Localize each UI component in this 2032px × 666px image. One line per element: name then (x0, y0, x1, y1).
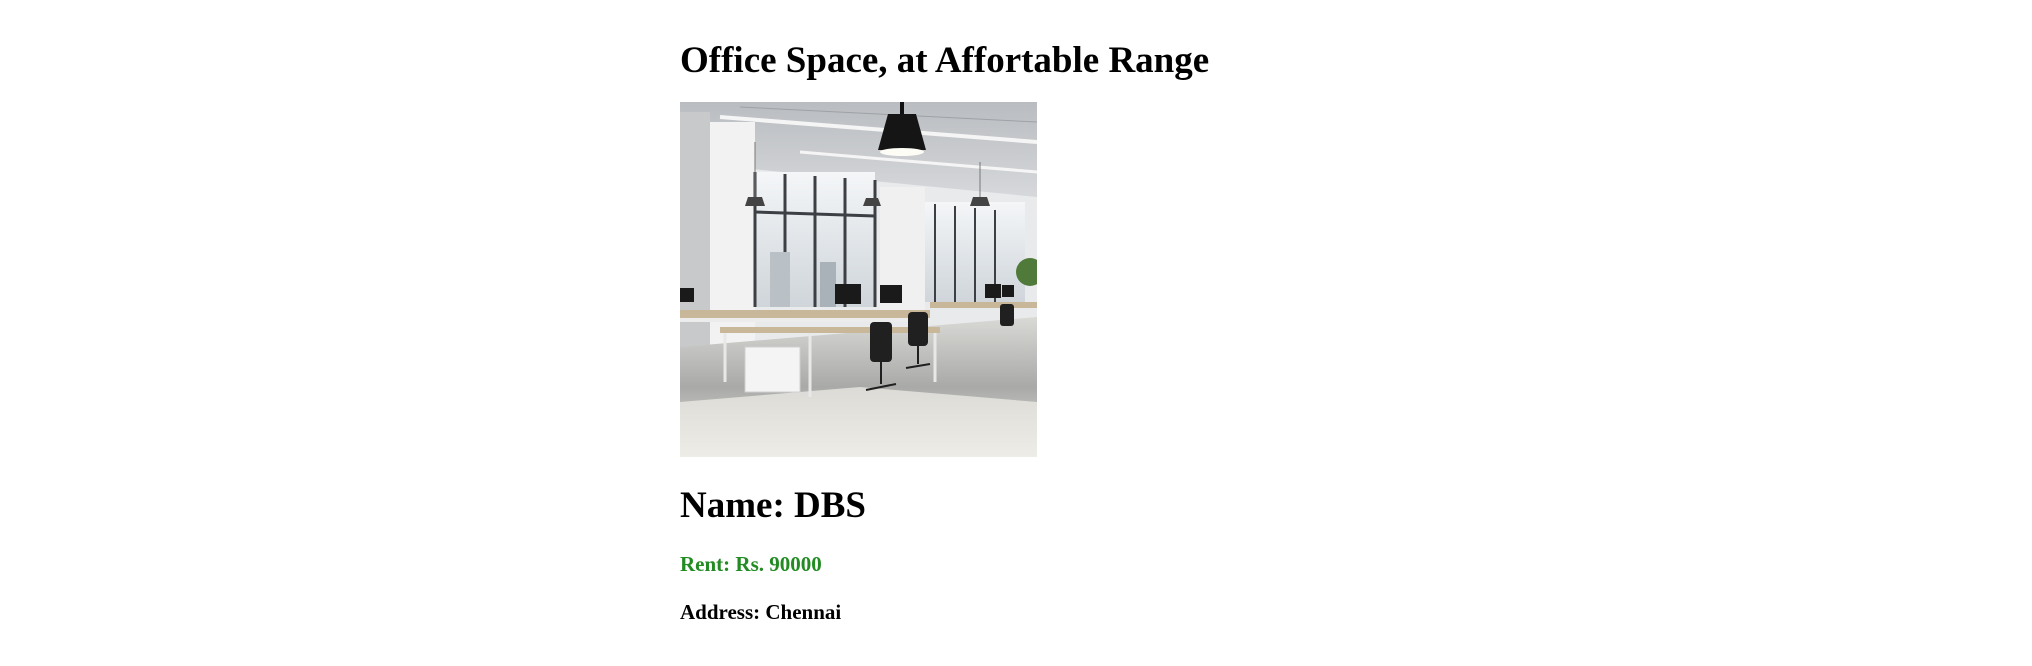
office-name: Name: DBS (680, 485, 867, 526)
office-photo (680, 102, 1037, 457)
listing-title: Office Space, at Affortable Range (680, 40, 1210, 81)
rent-price: Rent: Rs. 90000 (680, 552, 822, 576)
office-interior-illustration (680, 102, 1037, 457)
office-listing: Office Space, at Affortable Range Name: … (680, 0, 1400, 625)
office-address: Address: Chennai (680, 600, 842, 624)
